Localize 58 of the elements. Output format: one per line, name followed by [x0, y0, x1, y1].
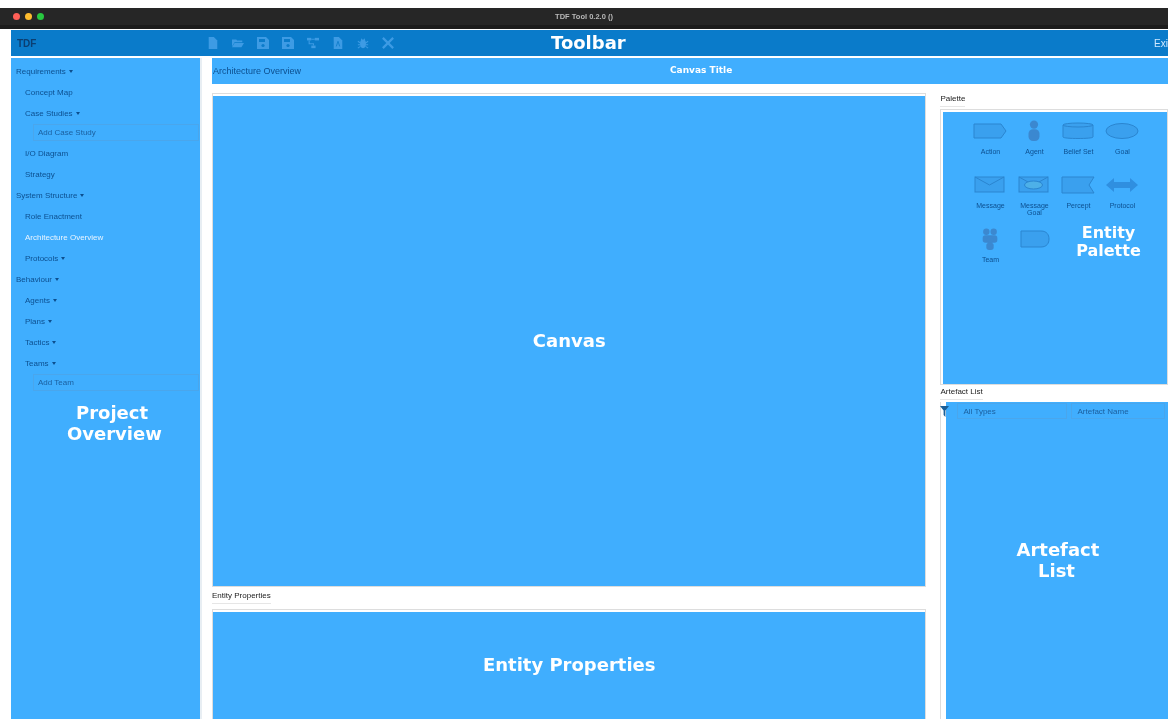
caret-icon — [51, 362, 56, 366]
caret-icon — [52, 299, 57, 303]
section-label: Artefact List — [940, 385, 983, 400]
exit-link[interactable]: Exi — [1154, 37, 1168, 49]
canvas-title: Architecture Overview — [213, 66, 302, 76]
caret-icon — [55, 278, 60, 282]
tree-item[interactable]: Plans — [25, 311, 52, 332]
section-label: Palette — [940, 92, 966, 107]
bug-icon[interactable] — [357, 37, 369, 49]
search-field[interactable]: Artefact Name — [1071, 403, 1166, 419]
caret-icon — [52, 341, 57, 345]
ellipse-icon[interactable] — [1105, 120, 1140, 142]
tree-item[interactable]: Protocols — [25, 248, 66, 269]
annotation-label: Canvas Title — [670, 65, 733, 76]
input-field[interactable]: Add Team — [33, 374, 199, 391]
save-icon[interactable] — [282, 37, 294, 49]
cylinder-icon[interactable] — [1061, 120, 1096, 142]
envelope-icon[interactable] — [973, 174, 1008, 196]
annotation-label: Artefact List — [1016, 540, 1097, 582]
filter-icon[interactable] — [940, 405, 950, 417]
file-icon[interactable] — [207, 37, 219, 49]
caret-icon — [61, 257, 66, 261]
annotation-label: Toolbar — [551, 33, 626, 54]
action-shape-icon[interactable] — [973, 120, 1008, 142]
annotation-label: Canvas — [532, 330, 606, 352]
tree-item[interactable]: Requirements — [16, 61, 73, 82]
tree-item[interactable]: I/O Diagram — [25, 143, 69, 164]
tree-item[interactable]: Teams — [25, 353, 56, 374]
flag-shape-icon[interactable] — [1061, 174, 1096, 196]
folder-icon[interactable] — [232, 37, 244, 49]
input-field[interactable]: Add Case Study — [33, 124, 199, 141]
save-icon[interactable] — [257, 37, 269, 49]
hierarchy-icon[interactable] — [307, 37, 319, 49]
document-icon[interactable] — [332, 37, 344, 49]
document-shape-icon[interactable] — [1017, 228, 1052, 250]
annotation-label: Entity Palette — [1075, 224, 1142, 261]
caret-icon — [75, 112, 80, 116]
envelope-icon[interactable] — [1017, 174, 1052, 196]
tree-item[interactable]: Tactics — [25, 332, 57, 353]
tree-item[interactable]: Agents — [25, 290, 57, 311]
tree-item[interactable]: Role Enactment — [25, 206, 82, 227]
caret-icon — [68, 70, 73, 74]
annotation-label: Entity Properties — [482, 655, 656, 676]
app-logo: TDF — [17, 37, 38, 49]
tree-item[interactable]: Concept Map — [25, 82, 73, 103]
section-label: Entity Properties — [212, 589, 271, 604]
caret-icon — [48, 320, 52, 324]
type-dropdown[interactable]: All Types — [957, 403, 1068, 419]
tree-item[interactable]: Case Studies — [25, 103, 80, 124]
tree-item[interactable]: Architecture Overview — [25, 227, 104, 248]
tree-item[interactable]: Behaviour — [16, 269, 60, 290]
minimize-button[interactable] — [25, 13, 32, 20]
caret-icon — [80, 194, 85, 198]
tree-item[interactable]: System Structure — [16, 185, 85, 206]
close-button[interactable] — [13, 13, 20, 20]
tree-item[interactable]: Strategy — [25, 164, 55, 185]
zoom-button[interactable] — [37, 13, 44, 20]
canvas[interactable]: Canvas — [213, 96, 926, 586]
